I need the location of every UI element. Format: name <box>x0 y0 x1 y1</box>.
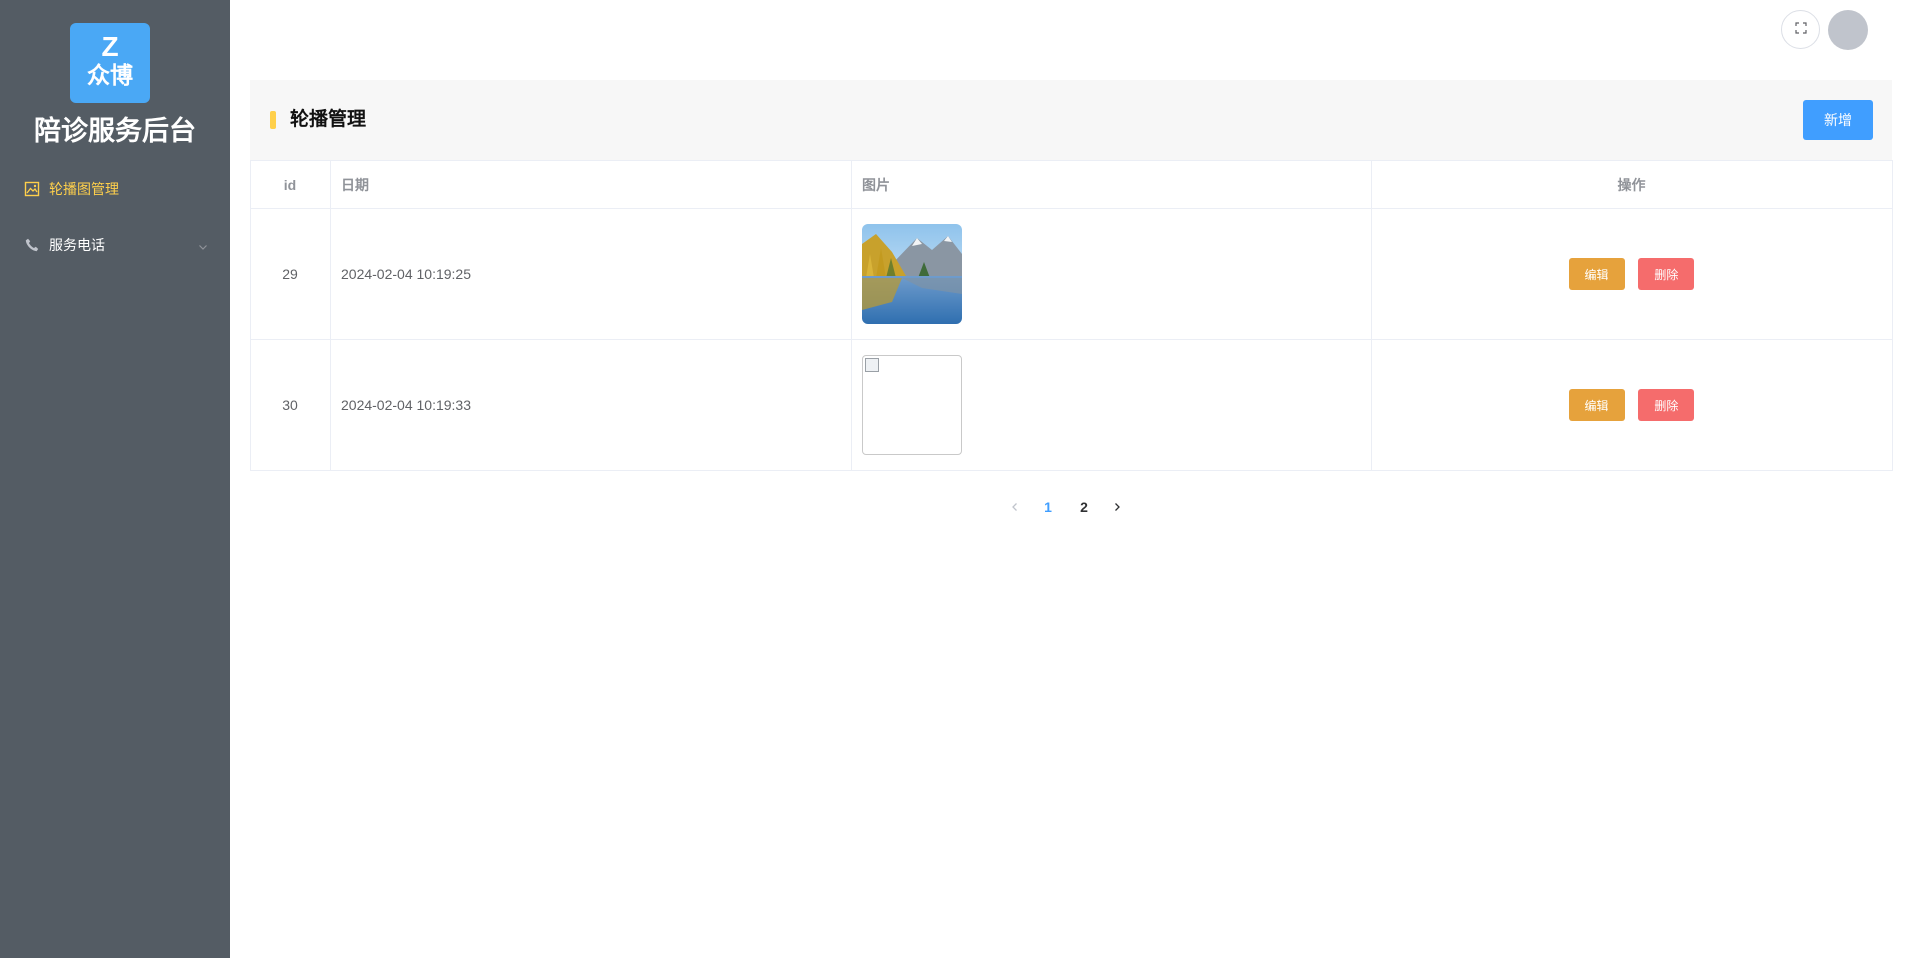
chevron-left-icon <box>1010 499 1020 515</box>
cell-id: 29 <box>250 208 331 340</box>
cell-actions: 编辑 删除 <box>1371 339 1893 471</box>
cell-image <box>851 339 1372 471</box>
cell-date: 2024-02-04 10:19:25 <box>330 208 852 340</box>
column-header-image: 图片 <box>851 160 1372 209</box>
delete-button[interactable]: 删除 <box>1638 258 1695 290</box>
page-2[interactable]: 2 <box>1066 499 1102 515</box>
carousel-table: id 日期 图片 操作 29 2024-02-04 10:19:25 编辑 删除… <box>250 160 1893 471</box>
column-header-id: id <box>250 160 331 209</box>
page-title: 轮播管理 <box>290 109 367 130</box>
broken-image-icon <box>865 358 879 372</box>
sidebar: Z 众博 陪诊服务后台 轮播图管理 服务电话 <box>0 0 230 958</box>
next-page-button[interactable] <box>1102 493 1132 521</box>
table-row: 30 2024-02-04 10:19:33 编辑 删除 <box>250 339 1893 471</box>
column-header-actions: 操作 <box>1371 160 1893 209</box>
panel-header: 轮播管理 新增 <box>250 80 1892 160</box>
user-avatar[interactable] <box>1828 10 1868 50</box>
sidebar-item-label: 服务电话 <box>49 237 105 253</box>
delete-button[interactable]: 删除 <box>1638 389 1695 421</box>
picture-icon <box>24 181 40 197</box>
sidebar-item-carousel[interactable]: 轮播图管理 <box>0 161 230 217</box>
edit-button[interactable]: 编辑 <box>1568 389 1625 421</box>
cell-date: 2024-02-04 10:19:33 <box>330 339 852 471</box>
cell-actions: 编辑 删除 <box>1371 208 1893 340</box>
table-header-row: id 日期 图片 操作 <box>250 160 1893 209</box>
page-1[interactable]: 1 <box>1030 499 1066 515</box>
table-row: 29 2024-02-04 10:19:25 编辑 删除 <box>250 208 1893 340</box>
prev-page-button[interactable] <box>1000 493 1030 521</box>
logo-z-mark: Z <box>101 31 119 62</box>
sidebar-item-label: 轮播图管理 <box>49 181 119 197</box>
chevron-down-icon <box>198 239 208 250</box>
phone-icon <box>24 237 40 253</box>
app-title: 陪诊服务后台 <box>34 116 196 146</box>
logo-text: 众博 <box>87 62 133 88</box>
cell-image <box>851 208 1372 340</box>
cell-id: 30 <box>250 339 331 471</box>
pagination: 1 2 <box>1000 493 1132 521</box>
sidebar-item-service-phone[interactable]: 服务电话 <box>0 217 230 273</box>
app-logo: Z 众博 <box>70 23 150 103</box>
carousel-thumbnail[interactable] <box>862 224 962 324</box>
add-button[interactable]: 新增 <box>1803 100 1873 140</box>
edit-button[interactable]: 编辑 <box>1568 258 1625 290</box>
chevron-right-icon <box>1112 499 1122 515</box>
fullscreen-button[interactable] <box>1781 10 1820 49</box>
fullscreen-icon <box>1794 21 1807 39</box>
column-header-date: 日期 <box>330 160 852 209</box>
title-accent-bar <box>270 111 276 129</box>
carousel-thumbnail-broken[interactable] <box>862 355 962 455</box>
